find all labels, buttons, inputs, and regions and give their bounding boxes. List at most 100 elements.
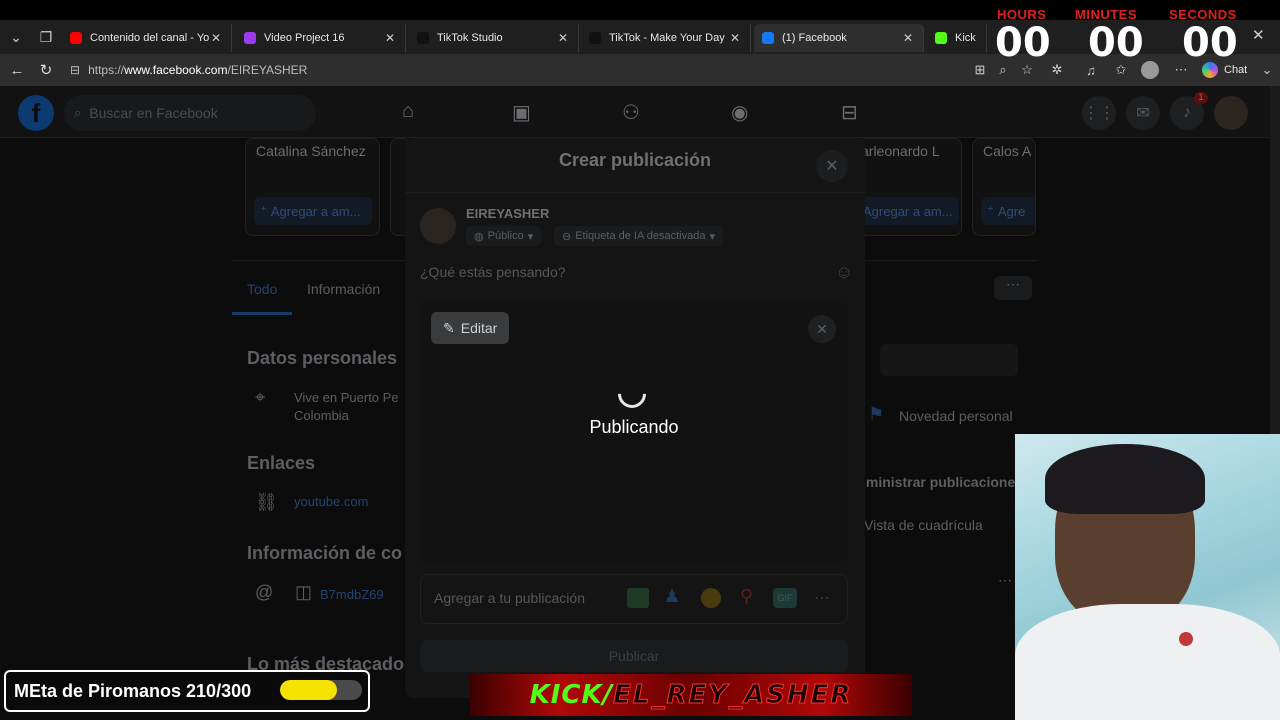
more-options-icon[interactable]: ⋯ — [814, 588, 830, 608]
add-friend-button[interactable]: ⁺ Agregar a am... — [254, 197, 372, 225]
site-info-icon[interactable]: ⊟ — [70, 63, 80, 77]
feeling-icon[interactable] — [701, 588, 721, 608]
manage-posts-item[interactable]: lministrar publicaciones — [862, 474, 1023, 490]
tab-close-icon[interactable]: ✕ — [383, 31, 397, 45]
modal-close-icon[interactable]: ✕ — [816, 150, 848, 182]
tab-close-icon[interactable]: ✕ — [901, 31, 915, 45]
life-event-item[interactable]: Novedad personal — [899, 408, 1013, 424]
post-text-input[interactable]: ¿Qué estás pensando? — [420, 264, 566, 280]
ai-label-icon: ⊖ — [562, 230, 572, 243]
browser-tab[interactable]: Kick — [927, 24, 987, 52]
browser-tab[interactable]: (1) Facebook ✕ — [754, 24, 924, 52]
check-in-icon[interactable]: ⚲ — [740, 586, 753, 607]
chat-dropdown-icon[interactable]: ⌄ — [1257, 60, 1277, 80]
facebook-icon — [762, 32, 774, 44]
tab-close-icon[interactable]: ✕ — [556, 31, 570, 45]
apps-icon[interactable]: ⊞ — [970, 60, 990, 80]
globe-icon: ◍ — [474, 230, 484, 243]
grid-view-item[interactable]: Vista de cuadrícula — [864, 517, 983, 533]
instagram-link[interactable]: B7mdbZ69 — [320, 587, 384, 602]
url-path: /EIREYASHER — [227, 63, 308, 77]
publishing-status: Publicando — [589, 417, 679, 437]
add-friend-label: Agregar a am... — [863, 203, 953, 219]
flag-icon: ⚑ — [868, 404, 885, 424]
tab-close-icon[interactable]: ✕ — [209, 31, 223, 45]
kick-prefix: KICK/ — [529, 680, 614, 710]
page-scrollbar[interactable] — [1270, 86, 1280, 434]
pencil-icon: ✎ — [443, 319, 455, 336]
browser-tab-title: Kick — [955, 32, 976, 44]
more-menu-icon[interactable]: ⋯ — [994, 276, 1032, 300]
friends-icon[interactable]: ⚇ — [622, 100, 640, 125]
back-icon[interactable]: ← — [5, 58, 29, 82]
tiktok-icon — [417, 32, 429, 44]
active-tab-indicator — [232, 312, 292, 315]
timer-minutes-value: 00 — [1088, 20, 1144, 66]
audience-selector[interactable]: ◍ Público ▾ — [466, 226, 542, 246]
post-more-icon[interactable]: ⋯ — [998, 572, 1012, 589]
menu-grid-icon[interactable]: ⋮⋮ — [1082, 96, 1116, 130]
facebook-logo-icon[interactable]: f — [18, 95, 54, 131]
groups-icon[interactable]: ◉ — [731, 100, 748, 125]
caret-down-icon: ▾ — [527, 230, 534, 243]
modal-user-name: EIREYASHER — [466, 206, 550, 221]
browser-tab[interactable]: Contenido del canal - YouTube✕ — [62, 24, 232, 52]
browser-tab[interactable]: TikTok - Make Your Day ✕ — [581, 24, 751, 52]
search-icon: ⌕ — [74, 105, 82, 120]
browser-tab-title: (1) Facebook — [782, 32, 847, 44]
gaming-icon[interactable]: ⊟ — [841, 100, 858, 125]
right-placeholder-box — [880, 344, 1018, 376]
tag-people-icon[interactable]: ♟ — [664, 586, 680, 607]
video-icon[interactable]: ▣ — [512, 100, 531, 125]
edit-button[interactable]: ✎ Editar — [431, 312, 509, 344]
add-friend-button[interactable]: Agregar a am... — [859, 197, 959, 225]
publish-button[interactable]: Publicar — [420, 640, 848, 672]
window-close-icon[interactable]: ✕ — [1252, 26, 1265, 44]
kick-channel-banner: KICK/EL_REY_ASHER — [470, 674, 912, 716]
friend-name: Calos A — [983, 143, 1032, 159]
webcam-feed — [1015, 434, 1280, 720]
youtube-link[interactable]: youtube.com — [294, 494, 368, 509]
tab-informacion[interactable]: Información — [307, 281, 380, 297]
tab-list-chevron-icon[interactable]: ⌄ — [4, 26, 28, 48]
friend-name: Catalina Sánchez — [256, 143, 366, 159]
messenger-icon[interactable]: ✉ — [1126, 96, 1160, 130]
workspaces-icon[interactable]: ❐ — [34, 26, 58, 48]
add-friend-icon: ⁺ — [987, 203, 994, 218]
reload-icon[interactable]: ↻ — [34, 58, 58, 82]
notification-badge: 1 — [1194, 92, 1208, 104]
kick-icon — [935, 32, 947, 44]
search-placeholder: Buscar en Facebook — [89, 105, 218, 121]
goal-progress-bar — [280, 680, 362, 700]
emoji-icon[interactable]: ☺ — [835, 262, 853, 283]
location-icon: ⌖ — [255, 387, 266, 407]
add-friend-label: Agre — [997, 203, 1026, 219]
edit-label: Editar — [460, 320, 498, 336]
tab-todo[interactable]: Todo — [247, 281, 277, 297]
youtube-icon — [70, 32, 82, 44]
add-friend-button[interactable]: ⁺ Agre — [981, 197, 1035, 225]
ai-label-text: Etiqueta de IA desactivada — [575, 230, 706, 242]
add-friend-icon: ⁺ — [260, 203, 267, 218]
home-icon[interactable]: ⌂ — [402, 100, 414, 123]
address-bar[interactable]: ⊟ https://www.facebook.com/EIREYASHER — [62, 58, 966, 82]
ai-label-selector[interactable]: ⊖ Etiqueta de IA desactivada ▾ — [554, 226, 724, 246]
goal-progress-fill — [280, 680, 338, 700]
tab-close-icon[interactable]: ✕ — [728, 31, 742, 45]
modal-divider — [405, 192, 865, 193]
browser-tab[interactable]: TikTok Studio ✕ — [409, 24, 579, 52]
browser-tab[interactable]: Video Project 16 ✕ — [236, 24, 406, 52]
remove-media-icon[interactable]: ✕ — [808, 315, 836, 343]
instagram-icon: ◫ — [295, 582, 313, 602]
friend-card: Catalina Sánchez ⁺ Agregar a am... — [245, 138, 380, 236]
goal-text: MEta de Piromanos 210/300 — [14, 680, 252, 701]
gif-icon[interactable]: GIF — [773, 588, 797, 608]
facebook-search-input[interactable]: ⌕ Buscar en Facebook — [64, 95, 316, 131]
photo-icon[interactable] — [627, 588, 649, 608]
link-icon: ⛓ — [255, 492, 278, 512]
account-avatar[interactable] — [1214, 96, 1248, 130]
add-friend-label: Agregar a am... — [270, 203, 361, 219]
friend-card: Calos A ⁺ Agre — [972, 138, 1036, 236]
url-prefix: https:// — [88, 63, 125, 77]
timer-hours-value: 00 — [995, 20, 1051, 66]
